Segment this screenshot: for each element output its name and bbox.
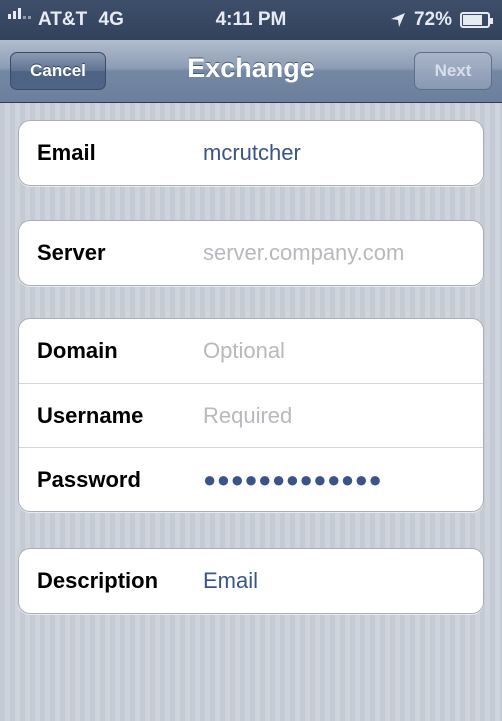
password-field[interactable]: ●●●●●●●●●●●●● [203, 467, 382, 493]
username-label: Username [37, 402, 144, 428]
email-label: Email [37, 140, 96, 165]
description-label: Description [37, 568, 159, 593]
domain-row[interactable]: Domain Optional [19, 319, 483, 383]
status-bar: AT&T 4G 4:11 PM 72% [0, 0, 502, 40]
account-group: Domain Optional Username Required Passwo… [18, 318, 484, 512]
domain-field[interactable]: Optional [203, 338, 285, 364]
description-group: Description Email [18, 548, 484, 614]
battery-charging-icon [460, 12, 493, 28]
server-label: Server [37, 240, 106, 265]
server-row[interactable]: Server server.company.com [19, 221, 483, 285]
password-row[interactable]: Password ●●●●●●●●●●●●● [19, 447, 483, 511]
domain-label: Domain [37, 338, 118, 363]
description-field[interactable]: Email [203, 568, 258, 594]
location-arrow-icon [390, 13, 405, 27]
server-field[interactable]: server.company.com [203, 240, 404, 266]
email-field[interactable]: mcrutcher [203, 140, 301, 166]
server-group: Server server.company.com [18, 220, 484, 286]
next-button[interactable]: Next [414, 52, 492, 90]
navigation-bar: Cancel Exchange Next [0, 40, 502, 103]
status-right: 72% [390, 9, 493, 31]
description-row[interactable]: Description Email [19, 549, 483, 613]
username-row[interactable]: Username Required [19, 383, 483, 447]
battery-fill [463, 15, 482, 25]
battery-percent: 72% [413, 9, 452, 30]
password-label: Password [37, 466, 141, 492]
email-group: Email mcrutcher [18, 120, 484, 186]
email-row[interactable]: Email mcrutcher [19, 121, 483, 185]
username-field[interactable]: Required [203, 403, 292, 429]
